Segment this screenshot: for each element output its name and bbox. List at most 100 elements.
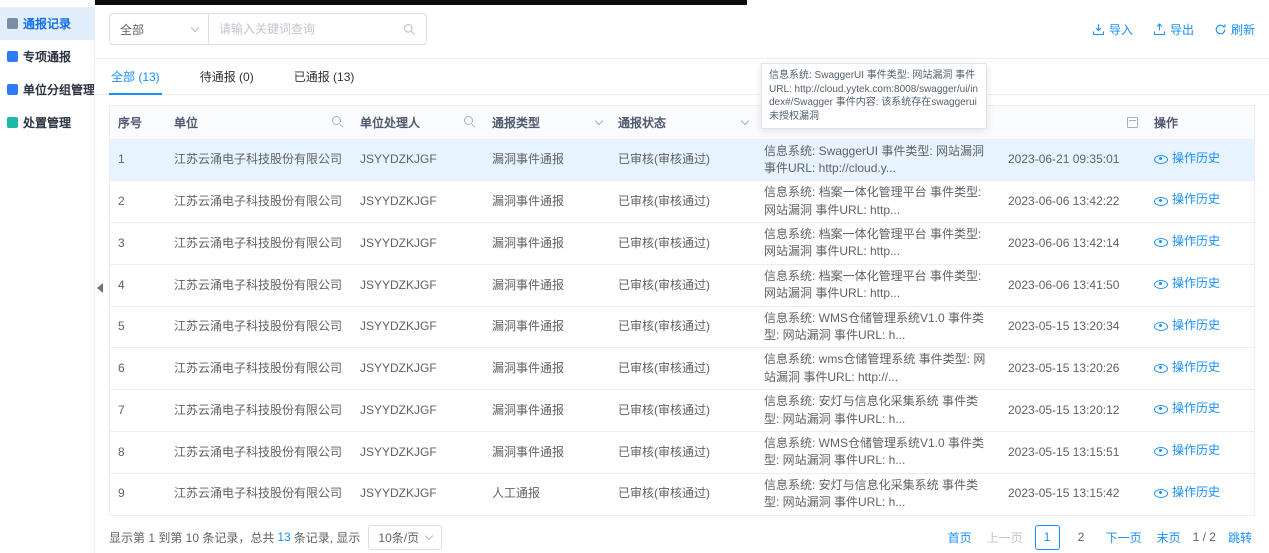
sidebar-item-label: 处置管理	[23, 114, 71, 131]
table-row[interactable]: 3 江苏云涌电子科技股份有限公司 JSYYDZKJGF 漏洞事件通报 已审核(审…	[110, 223, 1254, 265]
calendar-icon[interactable]	[1127, 117, 1138, 128]
cell-handler: JSYYDZKJGF	[352, 264, 484, 306]
cell-unit: 江苏云涌电子科技股份有限公司	[166, 390, 352, 432]
caret-down-icon[interactable]	[741, 117, 749, 125]
cell-index: 3	[110, 223, 166, 265]
tab-label: 已通报 (13)	[294, 68, 355, 85]
pagination-summary: 显示第 1 到第 10 条记录，总共 13 条记录, 显示 10条/页	[109, 525, 442, 550]
table-row[interactable]: 8 江苏云涌电子科技股份有限公司 JSYYDZKJGF 漏洞事件通报 已审核(审…	[110, 431, 1254, 473]
action-history-link[interactable]: 操作历史	[1154, 359, 1220, 376]
tab[interactable]: 全部 (13)	[109, 59, 162, 94]
cell-action: 操作历史	[1146, 348, 1254, 390]
total-count: 13	[277, 530, 290, 544]
action-history-link[interactable]: 操作历史	[1154, 191, 1220, 208]
search-input[interactable]	[219, 22, 397, 36]
sidebar: 通报记录 专项通报 单位分组管理 处置管理	[0, 0, 95, 553]
cell-report-content: 信息系统: 档案一体化管理平台 事件类型: 网站漏洞 事件URL: http..…	[756, 264, 1000, 306]
page-size-select[interactable]: 10条/页	[368, 525, 442, 550]
cell-action: 操作历史	[1146, 223, 1254, 265]
cell-report-type: 漏洞事件通报	[484, 431, 610, 473]
table-row[interactable]: 2 江苏云涌电子科技股份有限公司 JSYYDZKJGF 漏洞事件通报 已审核(审…	[110, 181, 1254, 223]
tab[interactable]: 已通报 (13)	[292, 59, 357, 94]
cell-index: 4	[110, 264, 166, 306]
cell-report-type: 漏洞事件通报	[484, 181, 610, 223]
export-button[interactable]: 导出	[1153, 21, 1194, 38]
tab-label: 待通报 (0)	[200, 68, 254, 85]
last-page-button[interactable]: 末页	[1154, 527, 1184, 548]
cell-report-time: 2023-06-06 13:41:50	[1000, 264, 1146, 306]
table-container: 序号单位单位处理人通报类型通报状态通报内容操作 1 江苏云涌电子科技股份有限公司…	[109, 105, 1255, 516]
eye-icon	[1154, 194, 1167, 207]
cell-action: 操作历史	[1146, 264, 1254, 306]
cell-report-type: 漏洞事件通报	[484, 264, 610, 306]
cell-report-content: 信息系统: 安灯与信息化采集系统 事件类型: 网站漏洞 事件URL: h...	[756, 473, 1000, 515]
cell-action: 操作历史	[1146, 390, 1254, 432]
column-label: 单位	[174, 114, 198, 131]
cell-report-status: 已审核(审核通过)	[610, 390, 756, 432]
cell-report-time: 2023-06-06 13:42:22	[1000, 181, 1146, 223]
eye-icon	[1154, 277, 1167, 290]
import-button[interactable]: 导入	[1092, 21, 1133, 38]
cell-index: 6	[110, 348, 166, 390]
cell-report-time: 2023-06-06 13:42:14	[1000, 223, 1146, 265]
table-row[interactable]: 5 江苏云涌电子科技股份有限公司 JSYYDZKJGF 漏洞事件通报 已审核(审…	[110, 306, 1254, 348]
disposal-icon	[7, 117, 18, 128]
action-history-label: 操作历史	[1172, 150, 1220, 167]
page-number-button[interactable]: 1	[1035, 525, 1060, 550]
action-history-link[interactable]: 操作历史	[1154, 275, 1220, 292]
table-row[interactable]: 1 江苏云涌电子科技股份有限公司 JSYYDZKJGF 漏洞事件通报 已审核(审…	[110, 139, 1254, 181]
cell-report-content: 信息系统: SwaggerUI 事件类型: 网站漏洞 事件URL: http:/…	[756, 139, 1000, 181]
sidebar-item[interactable]: 通报记录	[0, 7, 94, 40]
table-row[interactable]: 9 江苏云涌电子科技股份有限公司 JSYYDZKJGF 人工通报 已审核(审核通…	[110, 473, 1254, 515]
table-header-row: 序号单位单位处理人通报类型通报状态通报内容操作	[110, 106, 1254, 139]
action-history-link[interactable]: 操作历史	[1154, 317, 1220, 334]
tab[interactable]: 待通报 (0)	[198, 59, 256, 94]
toolbar-actions: 导入 导出 刷新	[1092, 21, 1255, 38]
sidebar-item[interactable]: 单位分组管理	[0, 73, 94, 106]
table-row[interactable]: 4 江苏云涌电子科技股份有限公司 JSYYDZKJGF 漏洞事件通报 已审核(审…	[110, 264, 1254, 306]
cell-report-time: 2023-05-15 13:20:12	[1000, 390, 1146, 432]
cell-handler: JSYYDZKJGF	[352, 348, 484, 390]
jump-button[interactable]: 跳转	[1225, 527, 1255, 548]
cell-report-status: 已审核(审核通过)	[610, 431, 756, 473]
first-page-button[interactable]: 首页	[945, 527, 975, 548]
column-header: 通报状态	[610, 106, 756, 139]
action-history-link[interactable]: 操作历史	[1154, 442, 1220, 459]
column-header: 操作	[1146, 106, 1254, 139]
cell-index: 7	[110, 390, 166, 432]
action-history-link[interactable]: 操作历史	[1154, 233, 1220, 250]
caret-down-icon[interactable]	[595, 117, 603, 125]
column-header: 单位处理人	[352, 106, 484, 139]
prev-page-button[interactable]: 上一页	[984, 527, 1026, 548]
filter-select-value: 全部	[120, 21, 144, 38]
sidebar-item[interactable]: 专项通报	[0, 40, 94, 73]
search-icon[interactable]	[464, 116, 476, 128]
action-history-link[interactable]: 操作历史	[1154, 150, 1220, 167]
search-icon[interactable]	[403, 23, 416, 36]
records-table: 序号单位单位处理人通报类型通报状态通报内容操作 1 江苏云涌电子科技股份有限公司…	[110, 106, 1254, 516]
action-history-label: 操作历史	[1172, 275, 1220, 292]
action-history-link[interactable]: 操作历史	[1154, 400, 1220, 417]
next-page-button[interactable]: 下一页	[1103, 527, 1145, 548]
eye-icon	[1154, 319, 1167, 332]
eye-icon	[1154, 486, 1167, 499]
refresh-button[interactable]: 刷新	[1214, 21, 1255, 38]
table-row[interactable]: 6 江苏云涌电子科技股份有限公司 JSYYDZKJGF 漏洞事件通报 已审核(审…	[110, 348, 1254, 390]
sidebar-item[interactable]: 处置管理	[0, 106, 94, 139]
cell-report-status: 已审核(审核通过)	[610, 348, 756, 390]
column-header: 通报类型	[484, 106, 610, 139]
action-history-label: 操作历史	[1172, 317, 1220, 334]
cell-index: 9	[110, 473, 166, 515]
filter-select[interactable]: 全部	[109, 13, 209, 45]
tooltip: 信息系统: SwaggerUI 事件类型: 网站漏洞 事件URL: http:/…	[761, 63, 987, 129]
sidebar-collapse-handle[interactable]	[95, 266, 108, 310]
search-icon[interactable]	[332, 116, 344, 128]
cell-report-type: 漏洞事件通报	[484, 139, 610, 181]
action-history-link[interactable]: 操作历史	[1154, 484, 1220, 501]
eye-icon	[1154, 444, 1167, 457]
page-number-button[interactable]: 2	[1069, 525, 1094, 550]
action-history-label: 操作历史	[1172, 484, 1220, 501]
toolbar: 全部 导入 导出 刷新	[109, 13, 1255, 45]
cell-report-type: 漏洞事件通报	[484, 348, 610, 390]
table-row[interactable]: 7 江苏云涌电子科技股份有限公司 JSYYDZKJGF 漏洞事件通报 已审核(审…	[110, 390, 1254, 432]
